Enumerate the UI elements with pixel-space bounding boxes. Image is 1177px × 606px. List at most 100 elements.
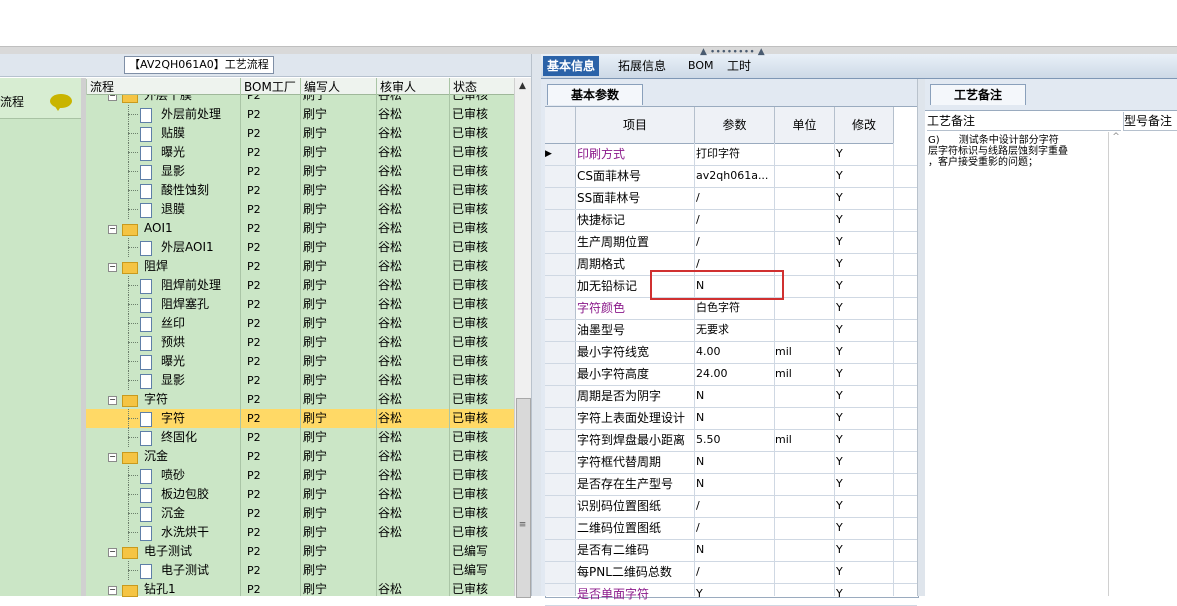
param-value[interactable]: 4.00 [696, 341, 774, 363]
param-row[interactable]: 识别码位置图纸 / Y [545, 495, 917, 518]
notes-scrollbar[interactable]: ^ [1108, 132, 1123, 596]
param-row[interactable]: 字符颜色 白色字符 Y [545, 297, 917, 320]
param-row[interactable]: 是否有二维码 N Y [545, 539, 917, 562]
param-value[interactable]: 无要求 [696, 319, 774, 341]
status: 已审核 [452, 506, 489, 520]
writer: 刷宁 [303, 506, 328, 520]
param-value[interactable]: N [696, 451, 774, 473]
param-row[interactable]: 是否单面字符 Y Y [545, 583, 917, 606]
param-row[interactable]: 二维码位置图纸 / Y [545, 517, 917, 540]
param-row[interactable]: 字符上表面处理设计 N Y [545, 407, 917, 430]
params-header-item[interactable]: 项目 [576, 107, 695, 144]
param-value[interactable]: N [696, 539, 774, 561]
tree-branch [128, 114, 138, 115]
param-row[interactable]: 每PNL二维码总数 / Y [545, 561, 917, 584]
notes-panel-tab[interactable]: 工艺备注 [930, 84, 1026, 105]
tree-branch [128, 342, 138, 343]
param-row[interactable]: SS面菲林号 / Y [545, 187, 917, 210]
process-note-text[interactable]: G) 测试条中设计部分字符 层字符标识与线路层蚀刻字重叠 ，客户接受重影的问题； [928, 135, 1108, 168]
tree-expander-icon[interactable]: − [108, 453, 117, 462]
param-modify: Y [836, 235, 843, 248]
scroll-up-arrow-icon[interactable]: ▲ [514, 78, 531, 94]
param-row[interactable]: 周期是否为阴字 N Y [545, 385, 917, 408]
tree-expander-icon[interactable]: − [108, 586, 117, 595]
status: 已编写 [452, 544, 489, 558]
param-value[interactable]: 5.50 [696, 429, 774, 451]
reviewer: 谷松 [378, 164, 403, 178]
param-row[interactable]: 是否存在生产型号 N Y [545, 473, 917, 496]
param-item: 快捷标记 [577, 213, 626, 227]
status: 已审核 [452, 145, 489, 159]
param-row[interactable]: 快捷标记 / Y [545, 209, 917, 232]
param-value[interactable]: N [696, 407, 774, 429]
param-item: 生产周期位置 [577, 235, 650, 249]
param-value[interactable]: N [696, 385, 774, 407]
param-modify: Y [836, 367, 843, 380]
param-unit [775, 495, 833, 517]
param-value[interactable]: / [696, 187, 774, 209]
param-row[interactable]: 生产周期位置 / Y [545, 231, 917, 254]
params-panel-tab[interactable]: 基本参数 [547, 84, 643, 105]
param-value[interactable]: Y [696, 583, 774, 605]
bom-factory: P2 [247, 526, 261, 539]
param-row[interactable]: 字符到焊盘最小距离 5.50 mil Y [545, 429, 917, 452]
flow-step-name: 外层前处理 [161, 107, 222, 121]
writer: 刷宁 [303, 316, 328, 330]
param-value[interactable]: / [696, 517, 774, 539]
param-value[interactable]: 白色字符 [696, 297, 774, 319]
params-header-modify[interactable]: 修改 [835, 107, 894, 144]
scroll-thumb[interactable] [516, 398, 531, 598]
writer: 刷宁 [303, 221, 328, 235]
param-row[interactable]: 油墨型号 无要求 Y [545, 319, 917, 342]
params-header-unit[interactable]: 单位 [775, 107, 835, 144]
param-item: 最小字符高度 [577, 367, 650, 381]
param-row[interactable]: CS面菲林号 av2qh061a... Y [545, 165, 917, 188]
tab-work-hours[interactable]: 工时 [723, 56, 755, 76]
tab-extended-info[interactable]: 拓展信息 [614, 56, 670, 76]
flow-step-name: 水洗烘干 [161, 525, 210, 539]
flow-column-header[interactable]: BOM工厂 [240, 79, 302, 95]
param-item: 油墨型号 [577, 323, 626, 337]
flow-step-name: 喷砂 [161, 468, 186, 482]
tree-expander-icon[interactable]: − [108, 225, 117, 234]
grid-column-divider [300, 78, 301, 596]
reviewer: 谷松 [378, 373, 403, 387]
param-unit [775, 297, 833, 319]
flow-column-header[interactable]: 状态 [449, 79, 518, 95]
flow-column-header[interactable]: 编写人 [300, 79, 378, 95]
flow-step-name: 终固化 [161, 430, 198, 444]
flow-column-header[interactable]: 核审人 [376, 79, 451, 95]
tab-basic-info[interactable]: 基本信息 [543, 56, 600, 76]
param-value[interactable]: 24.00 [696, 363, 774, 385]
param-value[interactable]: av2qh061a... [696, 165, 774, 187]
tree-branch [128, 171, 138, 172]
tree-expander-icon[interactable]: − [108, 548, 117, 557]
tree-expander-icon[interactable]: − [108, 263, 117, 272]
tab-bom[interactable]: BOM [684, 56, 718, 76]
chat-bubble-icon[interactable] [50, 94, 72, 111]
param-value[interactable]: N [696, 473, 774, 495]
flow-step-name: AOI1 [144, 221, 173, 235]
param-value[interactable]: / [696, 495, 774, 517]
tree-branch [128, 133, 138, 134]
param-row[interactable]: 最小字符线宽 4.00 mil Y [545, 341, 917, 364]
param-modify: Y [836, 191, 843, 204]
status: 已审核 [452, 449, 489, 463]
param-row[interactable]: ▶ 印刷方式 打印字符 Y [545, 143, 917, 166]
param-row[interactable]: 字符框代替周期 N Y [545, 451, 917, 474]
param-value[interactable]: / [696, 231, 774, 253]
param-value[interactable]: 打印字符 [696, 143, 774, 165]
flow-column-header[interactable]: 流程 [86, 79, 242, 95]
param-item: 字符到焊盘最小距离 [577, 433, 686, 447]
status: 已审核 [452, 487, 489, 501]
params-header-value[interactable]: 参数 [695, 107, 775, 144]
param-value[interactable]: / [696, 209, 774, 231]
flow-step-name: 退膜 [161, 202, 186, 216]
left-panel-title: 流程 [0, 95, 25, 109]
param-value[interactable]: / [696, 561, 774, 583]
tree-expander-icon[interactable]: − [108, 396, 117, 405]
reviewer: 谷松 [378, 107, 403, 121]
flow-step-name: 沉金 [161, 506, 186, 520]
param-item: 二维码位置图纸 [577, 521, 662, 535]
param-row[interactable]: 最小字符高度 24.00 mil Y [545, 363, 917, 386]
